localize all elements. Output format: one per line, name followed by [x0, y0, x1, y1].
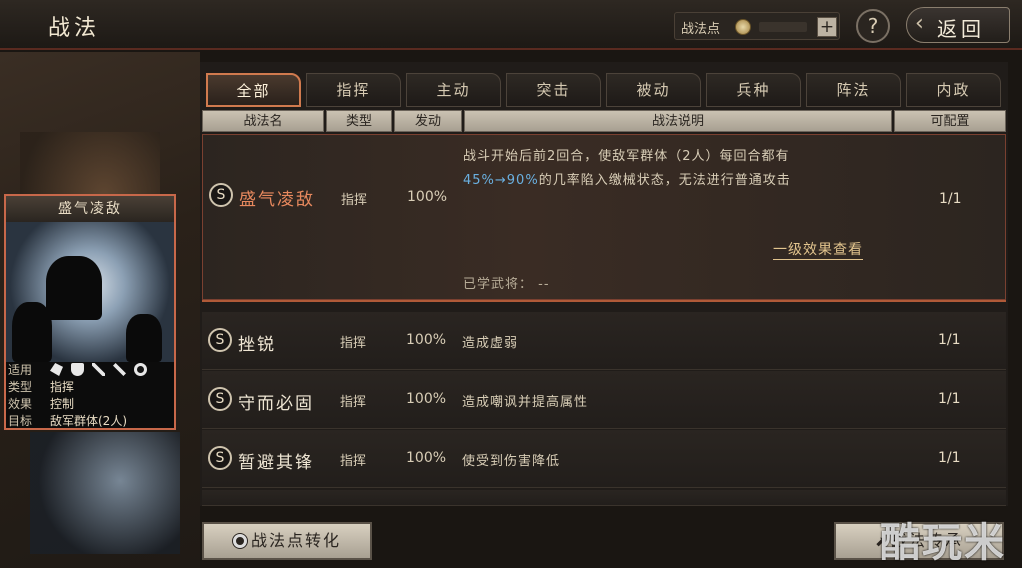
skill-name: 暂避其锋	[238, 453, 314, 473]
column-header-name[interactable]: 战法名	[202, 110, 324, 132]
grade-badge: S	[208, 446, 232, 470]
skill-type: 指挥	[340, 336, 367, 351]
skill-desc: 使受到伤害降低	[462, 454, 561, 469]
tab-assault[interactable]: 突击	[506, 73, 601, 107]
soldier-silhouette	[126, 314, 162, 362]
stat-row-type: 类型 指挥	[6, 379, 174, 396]
skill-name: 挫锐	[238, 335, 276, 355]
skill-row-selected[interactable]: S 盛气凌敌 指挥 100% 战斗开始后前2回合，使敌军群体（2人）每回合都有 …	[202, 134, 1006, 300]
convert-points-label: 战法点转化	[250, 531, 341, 550]
tab-troop[interactable]: 兵种	[706, 73, 801, 107]
skill-desc-line1: 战斗开始后前2回合，使敌军群体（2人）每回合都有	[463, 149, 790, 164]
skill-trigger: 100%	[406, 450, 447, 466]
stat-key: 效果	[8, 397, 33, 411]
skill-row[interactable]: S 守而必固 指挥 100% 造成嘲讽并提高属性 1/1	[202, 371, 1006, 429]
tactic-points-box: 战法点 +	[674, 12, 840, 40]
skill-available: 1/1	[938, 332, 961, 348]
watermark: 酷玩米	[880, 520, 1006, 566]
skill-type: 指挥	[341, 193, 368, 208]
stat-row-effect: 效果 控制	[6, 396, 174, 413]
tab-command[interactable]: 指挥	[306, 73, 401, 107]
view-level1-effect-link[interactable]: 一级效果查看	[773, 239, 863, 260]
stat-value: 控制	[50, 397, 75, 411]
grade-badge: S	[208, 387, 232, 411]
grade-badge: S	[208, 328, 232, 352]
tab-all[interactable]: 全部	[206, 73, 301, 107]
tab-active[interactable]: 主动	[406, 73, 501, 107]
top-bar: 战法 战法点 + ? ‹ 返回	[0, 0, 1022, 50]
shield-icon	[71, 363, 84, 376]
tactic-points-bar	[759, 22, 807, 32]
skill-card-art	[6, 222, 174, 362]
coin-icon	[232, 534, 247, 548]
column-header-type[interactable]: 类型	[326, 110, 392, 132]
stat-value: 指挥	[50, 380, 75, 394]
spear-icon	[113, 363, 126, 376]
cavalry-silhouette	[46, 256, 102, 320]
skill-desc: 造成虚弱	[462, 336, 519, 351]
skill-name: 盛气凌敌	[239, 190, 315, 210]
skill-type: 指挥	[340, 454, 367, 469]
column-header-available[interactable]: 可配置	[894, 110, 1006, 132]
skill-row[interactable]: S 挫锐 指挥 100% 造成虚弱 1/1	[202, 312, 1006, 370]
stat-row-target: 目标 敌军群体(2人)	[6, 413, 174, 430]
skill-trigger: 100%	[406, 332, 447, 348]
cavalry-icon	[50, 363, 63, 376]
add-points-button[interactable]: +	[817, 17, 837, 37]
skill-available: 1/1	[939, 191, 962, 207]
chevron-left-icon: ‹	[915, 11, 924, 36]
skill-card-stats: 适用 类型 指挥 效果 控制 目标 敌军群体(2人)	[6, 362, 174, 428]
convert-points-button[interactable]: 战法点转化	[202, 522, 372, 560]
skill-desc-line2-rest: 的几率陷入缴械状态，无法进行普通攻击	[538, 173, 791, 188]
stat-key: 适用	[8, 363, 33, 377]
grade-badge: S	[209, 183, 233, 207]
tactic-points-label: 战法点	[681, 22, 721, 37]
stat-value: 敌军群体(2人)	[50, 414, 127, 428]
tab-passive[interactable]: 被动	[606, 73, 701, 107]
page-title: 战法	[48, 16, 101, 41]
back-button[interactable]: ‹ 返回	[906, 7, 1010, 43]
back-button-label: 返回	[937, 17, 985, 41]
skill-type: 指挥	[340, 395, 367, 410]
soldier-silhouette	[12, 302, 52, 362]
skill-available: 1/1	[938, 450, 961, 466]
skill-trigger: 100%	[406, 391, 447, 407]
bow-icon	[92, 363, 105, 376]
tab-internal[interactable]: 内政	[906, 73, 1001, 107]
category-tabs: 全部 指挥 主动 突击 被动 兵种 阵法 内政	[206, 73, 1006, 107]
skill-card-title: 盛气凌敌	[6, 196, 174, 222]
help-button[interactable]: ?	[856, 9, 890, 43]
column-header-desc: 战法说明	[464, 110, 892, 132]
rate-highlight: 45%→90%	[463, 173, 539, 188]
stat-key: 目标	[8, 414, 33, 428]
skill-row-partial	[202, 490, 1006, 506]
skill-trigger: 100%	[407, 189, 448, 205]
coin-icon	[735, 19, 751, 35]
skill-card: 盛气凌敌 适用 类型 指挥 效果 控制 目标 敌军群体(2人)	[4, 194, 176, 430]
stat-row-troops: 适用	[6, 362, 174, 379]
skill-available: 1/1	[938, 391, 961, 407]
card-art-overflow	[30, 432, 180, 554]
skill-desc-line2: 45%→90%的几率陷入缴械状态，无法进行普通攻击	[463, 169, 791, 188]
siege-wheel-icon	[134, 363, 147, 376]
stat-key: 类型	[8, 380, 33, 394]
skill-name: 守而必固	[238, 394, 314, 414]
learned-generals: 已学武将： --	[463, 277, 550, 292]
skill-desc: 造成嘲讽并提高属性	[462, 395, 589, 410]
column-header-trigger[interactable]: 发动	[394, 110, 462, 132]
skill-row[interactable]: S 暂避其锋 指挥 100% 使受到伤害降低 1/1	[202, 430, 1006, 488]
troop-icons	[50, 363, 147, 376]
tab-formation[interactable]: 阵法	[806, 73, 901, 107]
